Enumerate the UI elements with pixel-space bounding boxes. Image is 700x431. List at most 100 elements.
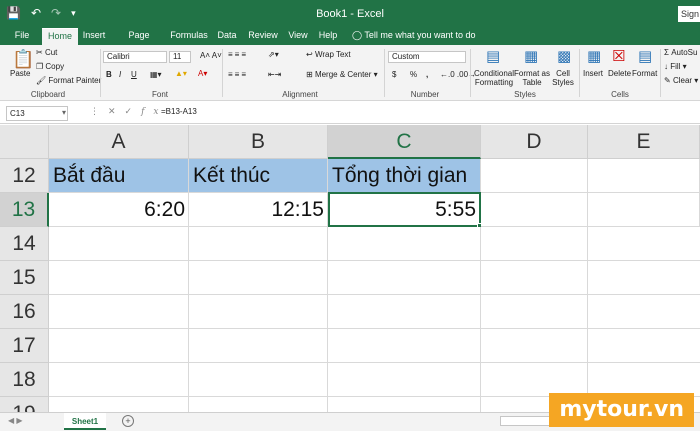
divider: [470, 49, 471, 97]
row-header-16[interactable]: 16: [0, 295, 49, 329]
divider: [222, 49, 223, 97]
column-header-b[interactable]: B: [189, 125, 328, 159]
tab-formulas[interactable]: Formulas: [170, 28, 208, 45]
clear-button[interactable]: ✎ Clear ▾: [664, 76, 698, 85]
brush-icon: 🖌: [36, 76, 47, 85]
number-format-select[interactable]: Custom: [388, 51, 466, 63]
divider: [660, 49, 661, 97]
ribbon: 📋 Paste ✂ Cut ❐ Copy 🖌 Format Painter Cl…: [0, 45, 700, 101]
fill-color-icon[interactable]: ▲▾: [175, 69, 187, 78]
autosum-button[interactable]: Σ AutoSu: [664, 48, 697, 57]
format-cells-button[interactable]: Format: [632, 69, 657, 78]
grow-font-icon[interactable]: A˄ A˅: [200, 51, 222, 60]
copy-icon: ❐: [36, 62, 44, 71]
cell-c13-active[interactable]: 5:55: [328, 192, 481, 227]
alignment-group-label: Alignment: [282, 90, 318, 99]
add-sheet-button[interactable]: +: [122, 415, 134, 427]
autosum-label: AutoSu: [671, 48, 698, 57]
tab-home[interactable]: Home: [42, 28, 78, 45]
bold-button[interactable]: B: [106, 70, 112, 79]
cell-e12[interactable]: [588, 159, 700, 193]
cell-styles-icon[interactable]: ▩: [557, 47, 571, 65]
italic-button[interactable]: I: [119, 70, 121, 79]
percent-button[interactable]: %: [410, 70, 417, 79]
indent-icons[interactable]: ⇤⇥: [268, 70, 281, 79]
wrap-text-label: Wrap Text: [314, 50, 351, 59]
tab-review[interactable]: Review: [246, 28, 280, 45]
column-header-e[interactable]: E: [588, 125, 700, 159]
row-header-17[interactable]: 17: [0, 329, 49, 363]
formula-input[interactable]: =B13-A13: [161, 107, 197, 116]
sign-in-button[interactable]: Sign: [678, 6, 700, 22]
cut-button[interactable]: ✂ Cut: [36, 48, 57, 57]
insert-cells-button[interactable]: Insert: [583, 69, 603, 78]
format-cells-icon[interactable]: ▤: [638, 47, 652, 65]
horizontal-align-icons[interactable]: ≡≡≡: [228, 70, 248, 79]
format-table-icon[interactable]: ▦: [524, 47, 538, 65]
borders-icon[interactable]: ▦▾: [150, 70, 162, 79]
wrap-text-button[interactable]: ↩ Wrap Text: [306, 50, 351, 59]
underline-button[interactable]: U: [131, 70, 137, 79]
worksheet-grid[interactable]: A B C D E 12 Bắt đầu Kết thúc Tổng thời …: [0, 125, 700, 412]
sheet-tab-sheet1[interactable]: Sheet1: [64, 413, 106, 430]
format-as-table-button[interactable]: Format as Table: [514, 69, 550, 87]
paste-icon[interactable]: 📋: [12, 49, 34, 70]
cell-d12[interactable]: [481, 159, 588, 193]
name-box-dropdown-icon[interactable]: ▾: [62, 108, 66, 117]
title-bar: 💾 ↶ ↷ ▾ Book1 - Excel Sign: [0, 0, 700, 28]
cell-a12[interactable]: Bắt đầu: [49, 159, 189, 193]
tab-data[interactable]: Data: [214, 28, 240, 45]
cell-b12[interactable]: Kết thúc: [189, 159, 328, 193]
row-header-12[interactable]: 12: [0, 159, 49, 193]
sheet-nav-icons[interactable]: ◀ ▶: [8, 416, 23, 425]
row-header-15[interactable]: 15: [0, 261, 49, 295]
insert-cells-icon[interactable]: ▦: [587, 47, 601, 65]
cell-a13[interactable]: 6:20: [49, 193, 189, 227]
font-color-icon[interactable]: A▾: [198, 69, 207, 78]
row-header-14[interactable]: 14: [0, 227, 49, 261]
cell-c12[interactable]: Tổng thời gian: [328, 159, 481, 193]
vertical-align-icons[interactable]: ≡≡≡: [228, 50, 248, 59]
fill-button[interactable]: ↓ Fill ▾: [664, 62, 687, 71]
cell-styles-button[interactable]: Cell Styles: [550, 69, 576, 87]
tab-page-layout[interactable]: Page Layout: [114, 28, 164, 55]
currency-button[interactable]: $: [392, 70, 396, 79]
formula-bar: C13 ▾ ⋮✕✓fx =B13-A13: [0, 102, 700, 124]
copy-button[interactable]: ❐ Copy: [36, 62, 64, 71]
font-name-select[interactable]: Calibri: [103, 51, 167, 63]
cell-b13[interactable]: 12:15: [189, 193, 328, 227]
conditional-formatting-icon[interactable]: ▤: [486, 47, 500, 65]
sigma-icon: Σ: [664, 48, 669, 57]
eraser-icon: ✎: [664, 76, 671, 85]
copy-label: Copy: [45, 62, 65, 71]
number-group-label: Number: [410, 90, 440, 99]
row-header-13[interactable]: 13: [0, 193, 49, 227]
paste-button[interactable]: Paste: [10, 69, 30, 78]
column-header-d[interactable]: D: [481, 125, 588, 159]
format-painter-label: Format Painter: [48, 76, 102, 85]
format-painter-button[interactable]: 🖌 Format Painter: [36, 76, 101, 85]
font-size-select[interactable]: 11: [169, 51, 191, 63]
styles-group-label: Styles: [514, 90, 536, 99]
cell-e13[interactable]: [588, 193, 700, 227]
tab-file[interactable]: File: [8, 28, 36, 45]
column-header-c[interactable]: C: [328, 125, 481, 159]
clear-label: Clear: [672, 76, 693, 85]
delete-cells-button[interactable]: Delete: [608, 69, 631, 78]
name-box[interactable]: C13: [6, 106, 68, 121]
row-header-18[interactable]: 18: [0, 363, 49, 397]
merge-center-button[interactable]: ⊞ Merge & Center ▾: [306, 70, 378, 79]
comma-button[interactable]: ,: [426, 70, 428, 79]
delete-cells-icon[interactable]: ☒: [612, 47, 625, 65]
orientation-icon[interactable]: ⇗▾: [268, 50, 279, 59]
cell-d13[interactable]: [481, 193, 588, 227]
select-all-button[interactable]: [0, 125, 49, 159]
tab-help[interactable]: Help: [316, 28, 340, 45]
tell-me-box[interactable]: ◯ Tell me what you want to do: [352, 28, 475, 43]
formula-buttons[interactable]: ⋮✕✓fx: [90, 106, 168, 117]
column-header-a[interactable]: A: [49, 125, 189, 159]
row-header-19[interactable]: 19: [0, 397, 49, 412]
tab-view[interactable]: View: [286, 28, 310, 45]
conditional-formatting-button[interactable]: Conditional Formatting: [473, 69, 515, 87]
tab-insert[interactable]: Insert: [80, 28, 108, 45]
